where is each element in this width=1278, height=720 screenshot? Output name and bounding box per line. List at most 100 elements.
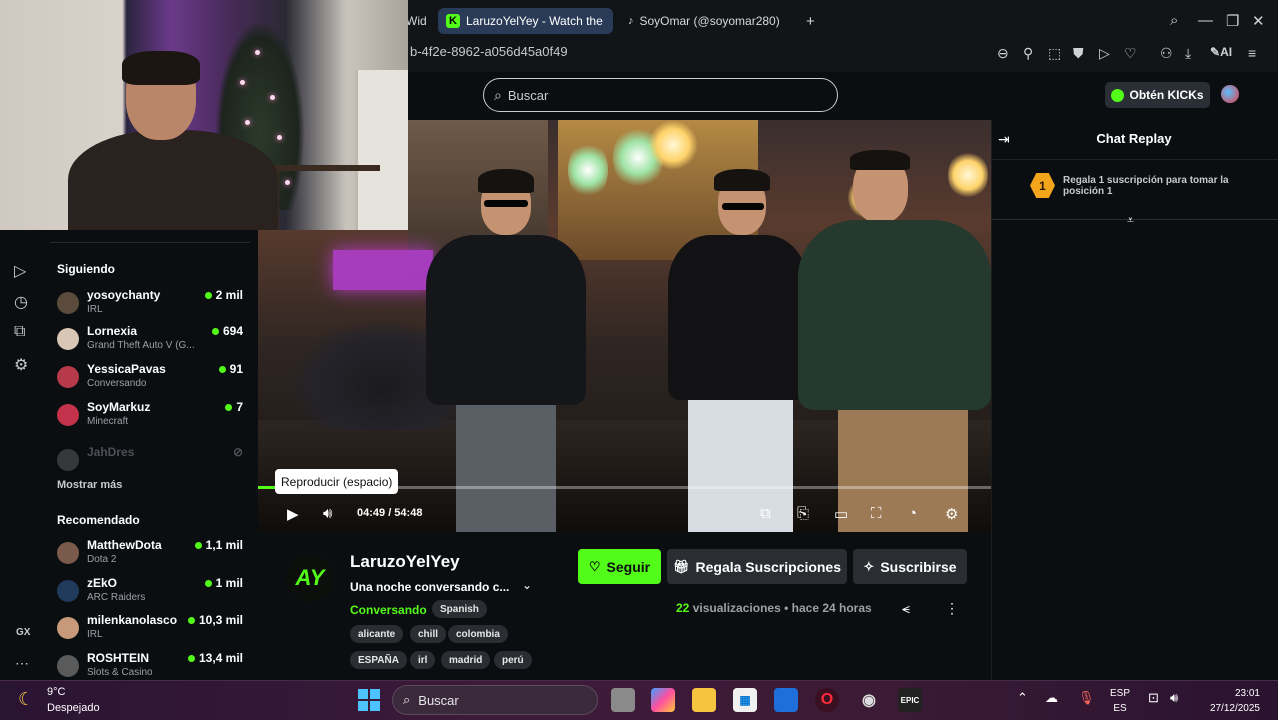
- windows-start-icon[interactable]: [358, 689, 380, 711]
- copilot-icon[interactable]: [651, 688, 675, 712]
- get-kicks-button[interactable]: Obtén KICKs: [1105, 82, 1210, 108]
- channel-avatar[interactable]: AY: [286, 554, 334, 602]
- kick-icon: K: [446, 14, 460, 28]
- ai-button[interactable]: ✎AI: [1210, 45, 1232, 59]
- search-input[interactable]: ⌕ Buscar: [483, 78, 838, 112]
- channel-avatar: [57, 617, 79, 639]
- chevron-down-icon[interactable]: ⌄: [522, 578, 532, 592]
- stream-tag[interactable]: irl: [410, 651, 436, 669]
- viewer-count: 7: [225, 400, 243, 414]
- snapshot-icon[interactable]: ⬚: [1048, 45, 1061, 62]
- live-dot-icon: [225, 404, 233, 412]
- network-icon[interactable]: ⊡: [1148, 690, 1159, 706]
- sidebar-channel[interactable]: YessicaPavas Conversando 91: [57, 362, 247, 394]
- stream-tag[interactable]: perú: [494, 651, 532, 669]
- url-text[interactable]: b-4f2e-8962-a056d45a0f49: [410, 44, 568, 59]
- settings-icon[interactable]: ⚙: [945, 505, 958, 523]
- search-tabs-icon[interactable]: ⌕: [1170, 12, 1178, 29]
- microphone-icon[interactable]: 🎙︎: [1078, 690, 1095, 706]
- collapse-chat-icon[interactable]: ⇥: [998, 131, 1010, 148]
- tab-laruzoyelyey[interactable]: K LaruzoYelYey - Watch the: [438, 8, 613, 34]
- subscribe-button[interactable]: ✧ Suscribirse: [853, 549, 967, 584]
- stream-tag[interactable]: colombia: [448, 625, 508, 643]
- fullscreen-icon[interactable]: ⛶: [871, 505, 882, 522]
- stream-tag[interactable]: madrid: [441, 651, 491, 669]
- new-tab-button[interactable]: +: [798, 8, 822, 34]
- channel-category: Dota 2: [87, 554, 117, 565]
- stream-tag[interactable]: ESPAÑA: [350, 651, 407, 669]
- tab-label: Wid: [406, 14, 427, 28]
- file-explorer-icon[interactable]: [692, 688, 716, 712]
- tab-soyomar[interactable]: ♪ SoyOmar (@soyomar280): [620, 8, 795, 34]
- clock-icon[interactable]: ◷: [14, 292, 28, 312]
- share-icon[interactable]: ⪪: [902, 600, 910, 617]
- maximize-icon[interactable]: ❐: [1226, 12, 1239, 30]
- gift-subs-button[interactable]: 🎁︎ Regala Suscripciones: [667, 549, 847, 584]
- epic-games-icon[interactable]: EPIC: [898, 688, 922, 712]
- heart-icon[interactable]: ♡: [1124, 45, 1137, 62]
- more-options-icon[interactable]: ⋯: [15, 655, 29, 672]
- moon-icon[interactable]: ☾: [18, 689, 34, 710]
- sidebar-channel[interactable]: MatthewDota Dota 2 1,1 mil: [57, 538, 247, 570]
- sidebar-channel[interactable]: ROSHTEIN Slots & Casino 13,4 mil: [57, 651, 247, 683]
- sidebar-channel[interactable]: Lornexia Grand Theft Auto V (G... 694: [57, 324, 247, 356]
- tray-expand-icon[interactable]: ⌃: [1017, 690, 1028, 706]
- speaker-icon[interactable]: 🔊︎: [1170, 690, 1178, 706]
- search-placeholder: Buscar: [507, 87, 549, 103]
- task-view-icon[interactable]: [611, 688, 635, 712]
- close-icon[interactable]: ✕: [1252, 12, 1265, 30]
- clip-icon[interactable]: ⎘: [797, 505, 809, 522]
- stream-tag[interactable]: chill: [410, 625, 447, 643]
- sidebar-channel[interactable]: milenkanolasco IRL 10,3 mil: [57, 613, 247, 645]
- theater-mode-icon[interactable]: ▭: [834, 505, 848, 523]
- gift-prompt[interactable]: Regala 1 suscripción para tomar la posic…: [1063, 175, 1243, 197]
- pin-icon[interactable]: ⚲: [1023, 45, 1033, 62]
- minimize-icon[interactable]: —: [1198, 12, 1213, 29]
- gx-label[interactable]: GX: [16, 627, 30, 638]
- volume-icon[interactable]: 🔊︎: [323, 505, 332, 522]
- sidebar-channel[interactable]: yosoychanty IRL 2 mil: [57, 288, 247, 320]
- puzzle-icon[interactable]: ⧉: [14, 323, 25, 341]
- quality-icon[interactable]: ◔: [908, 505, 917, 522]
- language-tag[interactable]: Spanish: [432, 600, 487, 618]
- sidebar-channel[interactable]: zEkO ARC Raiders 1 mil: [57, 576, 247, 608]
- send-icon[interactable]: ▷: [1099, 45, 1110, 62]
- channel-name: ROSHTEIN: [87, 651, 150, 665]
- video-christmas-light: [648, 120, 698, 170]
- shield-icon[interactable]: ⛊: [1073, 45, 1084, 62]
- store-icon[interactable]: ▦: [733, 688, 757, 712]
- profile-icon[interactable]: ⚇: [1160, 45, 1173, 62]
- outlook-icon[interactable]: [774, 688, 798, 712]
- show-more-link[interactable]: Mostrar más: [57, 479, 122, 491]
- viewer-count-text: 1 mil: [215, 576, 243, 590]
- taskbar-search[interactable]: ⌕ Buscar: [392, 685, 598, 715]
- user-avatar[interactable]: [1221, 85, 1239, 103]
- stream-tag[interactable]: alicante: [350, 625, 404, 643]
- play-circle-icon[interactable]: ▷: [14, 261, 26, 281]
- opera-gx-icon[interactable]: O: [815, 688, 839, 712]
- sparkle-icon: ✧: [863, 558, 875, 574]
- more-vertical-icon[interactable]: ⋮: [945, 600, 959, 617]
- video-time: 04:49 / 54:48: [357, 507, 423, 519]
- language-indicator[interactable]: ESP ES: [1110, 686, 1130, 716]
- sidebar-channel[interactable]: JahDres ⊘: [57, 445, 247, 477]
- discord-icon[interactable]: ◉: [857, 688, 881, 712]
- video-person-center: [668, 165, 818, 532]
- clock[interactable]: 23:01 27/12/2025: [1200, 686, 1260, 716]
- menu-icon[interactable]: ≡: [1248, 45, 1256, 61]
- stream-category[interactable]: Conversando: [350, 603, 427, 617]
- following-title: Siguiendo: [57, 262, 115, 276]
- cloud-icon[interactable]: ☁: [1045, 690, 1058, 706]
- sidebar-channel[interactable]: SoyMarkuz Minecraft 7: [57, 400, 247, 432]
- zoom-out-icon[interactable]: ⊖: [997, 45, 1009, 62]
- channel-category: Conversando: [87, 378, 147, 389]
- channel-name: Lornexia: [87, 324, 138, 338]
- gear-icon[interactable]: ⚙: [14, 355, 28, 375]
- channel-name: JahDres: [87, 445, 135, 459]
- channel-name[interactable]: LaruzoYelYey: [350, 552, 460, 572]
- download-icon[interactable]: ⤓: [1185, 45, 1191, 62]
- pip-icon[interactable]: ⧉: [760, 505, 771, 522]
- play-button[interactable]: ▶: [287, 505, 299, 523]
- follow-button[interactable]: ♡ Seguir: [578, 549, 661, 584]
- expand-leaderboard-icon[interactable]: ⩡: [1127, 213, 1134, 228]
